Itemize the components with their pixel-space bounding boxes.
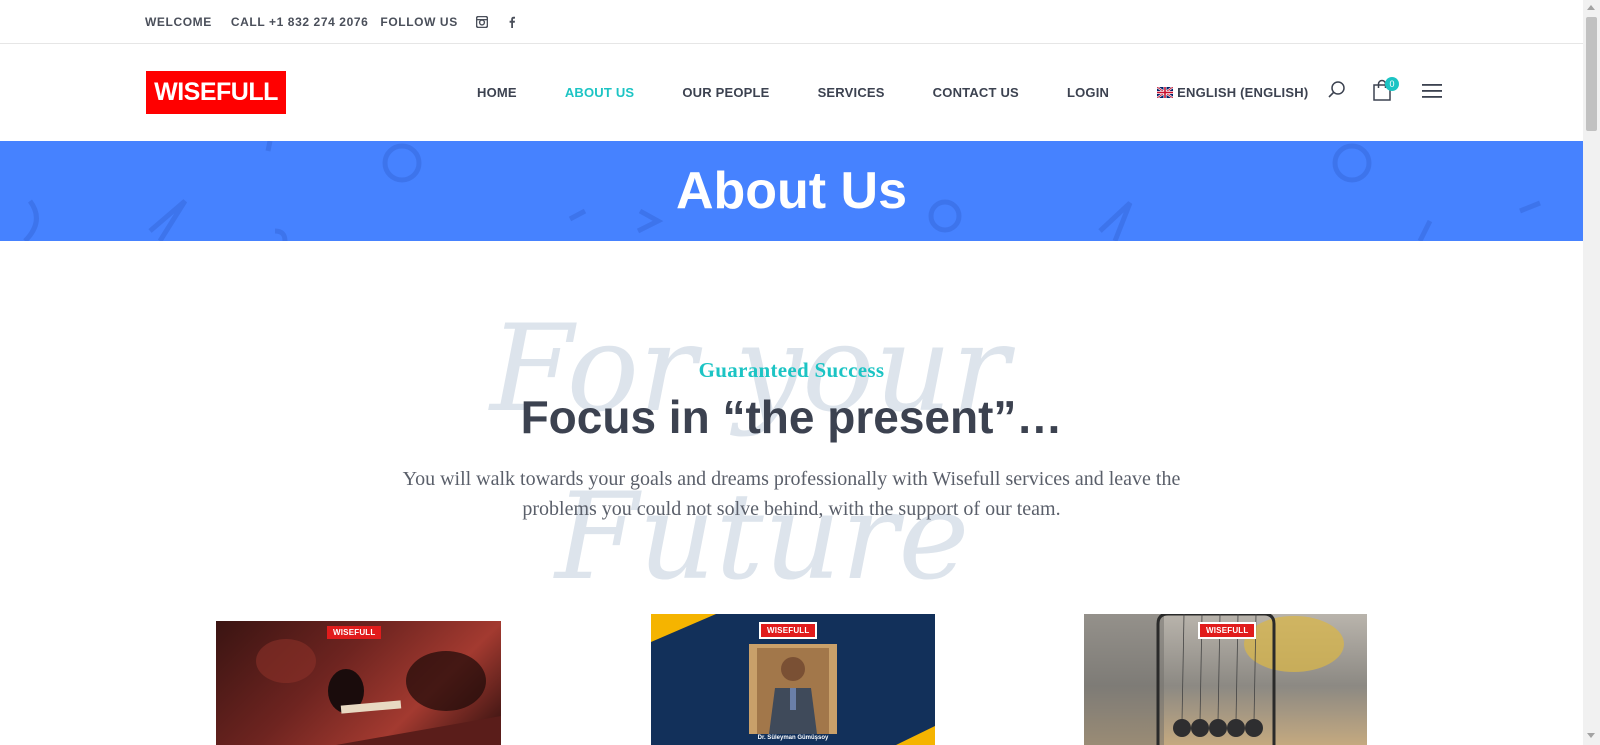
nav-login[interactable]: LOGIN [1067,85,1109,100]
scroll-down-arrow-icon[interactable] [1587,733,1595,738]
main-nav: HOME ABOUT US OUR PEOPLE SERVICES CONTAC… [477,44,1356,141]
phone-link[interactable]: CALL +1 832 274 2076 [231,15,369,29]
scrollbar-thumb[interactable] [1586,17,1597,131]
section-headline: Focus in “the present”… [520,391,1063,443]
nav-home[interactable]: HOME [477,85,517,100]
language-label: ENGLISH (ENGLISH) [1177,85,1309,100]
section-description: You will walk towards your goals and dre… [402,468,1181,520]
instagram-icon[interactable] [475,16,488,28]
wisefull-logo[interactable]: WISEFULL [146,71,286,114]
card-logo-badge: WISEFULL [327,626,382,639]
welcome-text: WELCOME [145,15,212,29]
nav-services[interactable]: SERVICES [818,85,885,100]
nav-contact-us[interactable]: CONTACT US [933,85,1019,100]
page-title-banner: About Us [0,141,1583,241]
follow-us-label: FOLLOW US [380,15,458,29]
menu-icon[interactable] [1422,83,1442,99]
main-header: WISEFULL HOME ABOUT US OUR PEOPLE SERVIC… [0,44,1583,141]
nav-our-people[interactable]: OUR PEOPLE [682,85,769,100]
cart-count-badge: 0 [1385,77,1399,91]
nav-language[interactable]: ENGLISH (ENGLISH) [1157,85,1308,100]
card-logo-badge: WISEFULL [759,622,818,639]
nav-about-us[interactable]: ABOUT US [565,85,635,100]
page-scrollbar[interactable] [1583,0,1600,745]
card-logo-badge: WISEFULL [1198,622,1257,639]
card-image-newtons-cradle[interactable]: WISEFULL [1084,614,1367,745]
search-icon[interactable] [1327,80,1347,100]
page-title: About Us [675,162,908,220]
facebook-icon[interactable] [506,16,518,28]
top-bar: WELCOME CALL +1 832 274 2076 FOLLOW US [0,0,1583,44]
card-image-seminar[interactable]: WISEFULL [216,621,501,745]
section-eyebrow: Guaranteed Success [698,358,885,382]
card-image-speaker[interactable]: WISEFULL Dr. Süleyman Gümüşsoy [651,614,935,745]
speaker-caption: Dr. Süleyman Gümüşsoy [757,735,829,741]
seminar-photo [256,639,501,745]
scroll-up-arrow-icon[interactable] [1587,5,1595,10]
uk-flag-icon [1157,87,1174,98]
